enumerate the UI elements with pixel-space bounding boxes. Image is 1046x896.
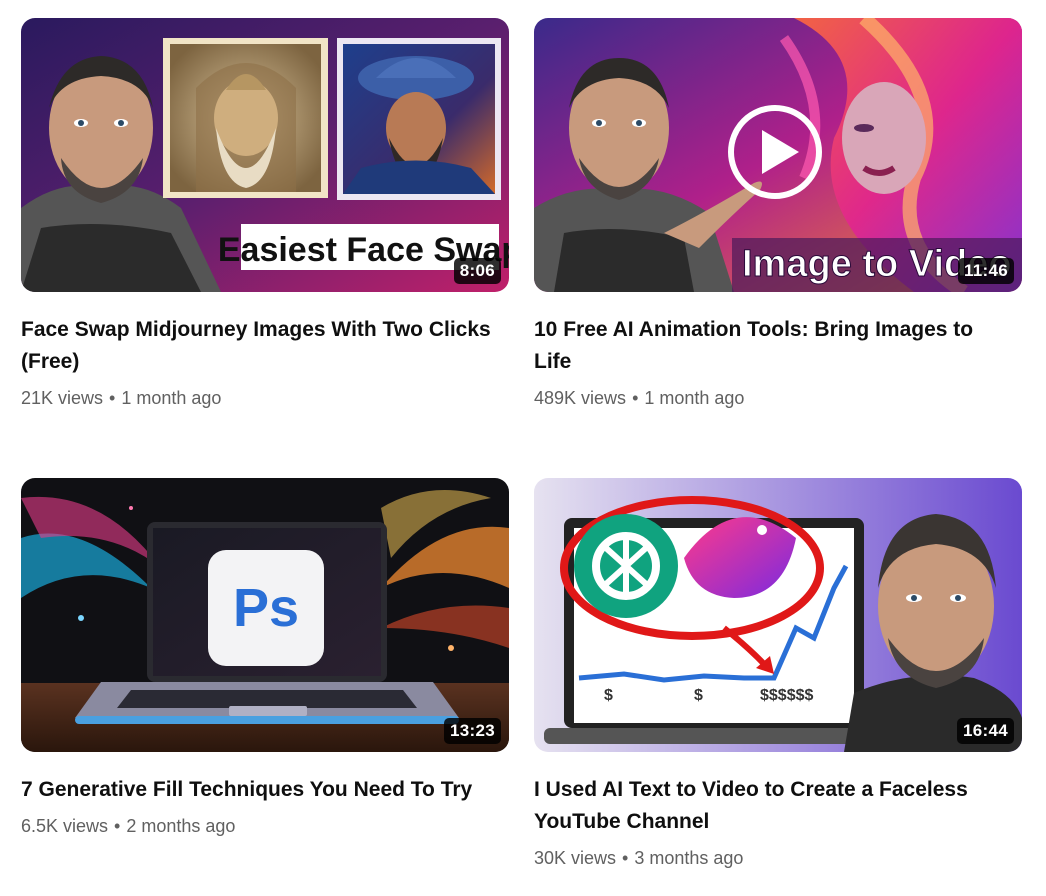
separator-dot: • [622, 848, 629, 868]
video-metadata: 30K views • 3 months ago [534, 846, 1022, 870]
video-thumbnail[interactable]: Easiest Face Swap 8:06 [21, 18, 509, 292]
video-title[interactable]: Face Swap Midjourney Images With Two Cli… [21, 314, 491, 378]
svg-text:$$$$$$: $$$$$$ [760, 687, 813, 704]
view-count: 489K views [534, 388, 627, 408]
upload-age: 2 months ago [126, 816, 236, 836]
video-metadata: 21K views • 1 month ago [21, 386, 509, 410]
thumbnail-image: Easiest Face Swap [21, 18, 509, 292]
video-title[interactable]: 7 Generative Fill Techniques You Need To… [21, 774, 491, 806]
thumbnail-image: $ $ $$$$$$ [534, 478, 1022, 752]
video-thumbnail[interactable]: $ $ $$$$$$ 16:44 [534, 478, 1022, 752]
video-card[interactable]: Easiest Face Swap 8:06 Face Swap Midjour… [21, 18, 509, 410]
video-duration: 8:06 [453, 258, 501, 284]
view-count: 30K views [534, 848, 617, 868]
upload-age: 1 month ago [121, 388, 222, 408]
video-card[interactable]: $ $ $$$$$$ 16:44 I Used AI Text to Video… [534, 478, 1022, 870]
separator-dot: • [114, 816, 121, 836]
view-count: 21K views [21, 388, 104, 408]
thumbnail-image: Ps [21, 478, 509, 752]
video-duration: 16:44 [957, 718, 1014, 744]
video-metadata: 6.5K views • 2 months ago [21, 814, 509, 838]
separator-dot: • [632, 388, 639, 408]
view-count: 6.5K views [21, 816, 109, 836]
thumbnail-image: Image to Video [534, 18, 1022, 292]
video-thumbnail[interactable]: Ps 13:23 [21, 478, 509, 752]
upload-age: 3 months ago [634, 848, 744, 868]
video-card[interactable]: Image to Video 11:46 10 Free AI Animatio… [534, 18, 1022, 410]
thumbnail-caption: Ps [233, 578, 299, 638]
video-title[interactable]: I Used AI Text to Video to Create a Face… [534, 774, 1004, 838]
video-card[interactable]: Ps 13:23 7 Generative Fill Techniques Yo… [21, 478, 509, 838]
video-duration: 11:46 [957, 258, 1014, 284]
video-thumbnail[interactable]: Image to Video 11:46 [534, 18, 1022, 292]
svg-text:$: $ [694, 687, 703, 704]
video-title[interactable]: 10 Free AI Animation Tools: Bring Images… [534, 314, 1004, 378]
video-metadata: 489K views • 1 month ago [534, 386, 1022, 410]
svg-text:$: $ [604, 687, 613, 704]
video-duration: 13:23 [444, 718, 501, 744]
separator-dot: • [109, 388, 116, 408]
upload-age: 1 month ago [644, 388, 745, 408]
